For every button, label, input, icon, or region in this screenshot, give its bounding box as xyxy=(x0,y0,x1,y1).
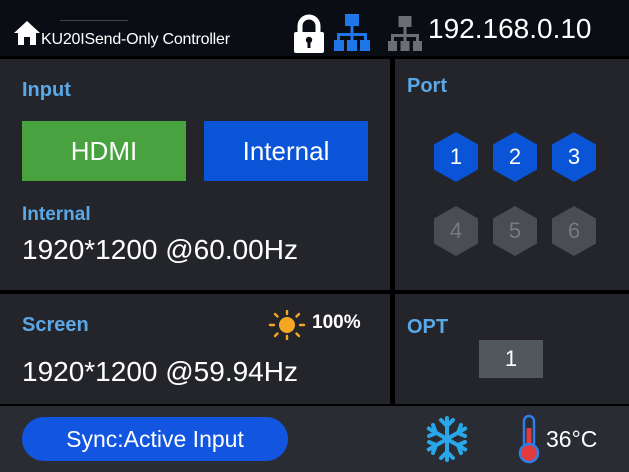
brightness-value: 100% xyxy=(312,312,361,333)
port-number: 6 xyxy=(567,218,581,243)
home-icon[interactable] xyxy=(14,20,40,46)
port-6-button[interactable]: 6 xyxy=(550,205,598,257)
sync-button[interactable]: Sync:Active Input xyxy=(22,417,288,461)
port-2-button[interactable]: 2 xyxy=(491,131,539,183)
fan-icon xyxy=(426,416,468,462)
port-number: 4 xyxy=(449,218,463,243)
network-disconnected-icon xyxy=(388,16,422,51)
screen-resolution: 1920*1200 @59.94Hz xyxy=(22,356,298,387)
port-1-button[interactable]: 1 xyxy=(432,131,480,183)
opt-label: OPT xyxy=(407,316,449,338)
port-4-button[interactable]: 4 xyxy=(432,205,480,257)
opt-panel: OPT 1 xyxy=(395,294,629,404)
screen-label: Screen xyxy=(22,314,89,336)
port-number: 2 xyxy=(508,144,522,169)
network-connected-icon xyxy=(334,14,370,51)
input-panel: Input HDMI Internal Internal 1920*1200 @… xyxy=(0,59,390,290)
lock-icon[interactable] xyxy=(290,14,328,54)
opt-value-box[interactable]: 1 xyxy=(479,340,543,378)
port-5-button[interactable]: 5 xyxy=(491,205,539,257)
input-label: Input xyxy=(22,79,71,101)
port-number: 1 xyxy=(449,144,463,169)
port-3-button[interactable]: 3 xyxy=(550,131,598,183)
port-panel: Port 1 2 3 4 5 6 xyxy=(395,59,629,290)
thermometer-icon xyxy=(518,414,540,464)
sun-icon[interactable] xyxy=(268,310,306,340)
port-label: Port xyxy=(407,75,447,97)
temperature-value: 36°C xyxy=(546,426,598,452)
ip-address: 192.168.0.10 xyxy=(428,13,592,44)
port-number: 3 xyxy=(567,144,581,169)
port-number: 5 xyxy=(508,218,522,243)
device-title: KU20ISend-Only Controller xyxy=(41,31,230,48)
screen-panel: Screen 100% 1920*1200 @59.94Hz xyxy=(0,294,390,404)
status-bar: KU20ISend-Only Controller 192.168.0.10 xyxy=(0,0,629,56)
title-divider xyxy=(60,20,128,21)
input-resolution: 1920*1200 @60.00Hz xyxy=(22,234,298,265)
internal-button[interactable]: Internal xyxy=(204,121,368,181)
input-source-label: Internal xyxy=(22,204,91,225)
bottom-bar: Sync:Active Input 36°C xyxy=(0,406,629,472)
hdmi-button[interactable]: HDMI xyxy=(22,121,186,181)
